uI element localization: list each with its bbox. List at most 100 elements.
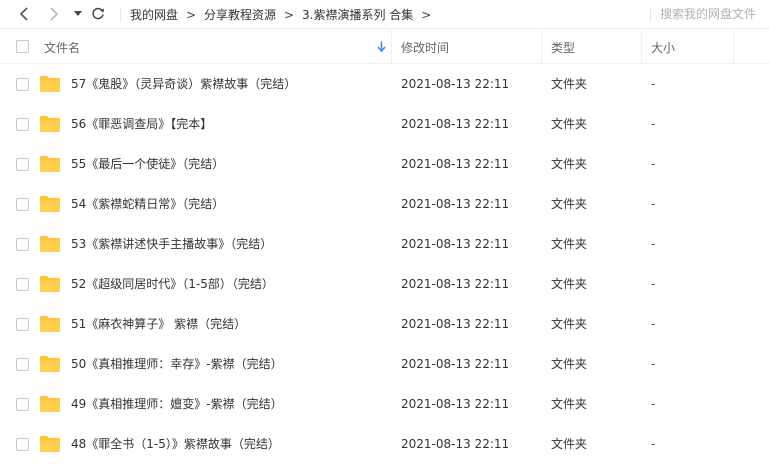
file-type: 文件夹 [551,397,588,411]
file-mtime: 2021-08-13 22:11 [401,157,510,171]
chevron-right-icon [50,7,59,21]
breadcrumb-item-share[interactable]: 分享教程资源 [204,6,276,23]
column-header-name-label: 文件名 [44,40,81,55]
file-mtime: 2021-08-13 22:11 [401,397,510,411]
file-size: - [651,197,656,211]
file-mtime: 2021-08-13 22:11 [401,317,510,331]
file-row[interactable]: 53《紫襟讲述快手主播故事》（完结） 2021-08-13 22:11 文件夹 … [0,224,769,264]
folder-icon [40,196,60,212]
search-input[interactable] [660,4,768,24]
file-mtime: 2021-08-13 22:11 [401,197,510,211]
file-type: 文件夹 [551,157,588,171]
row-checkbox[interactable] [16,238,29,251]
refresh-button[interactable] [88,4,108,24]
history-dropdown-button[interactable] [68,4,88,24]
file-size: - [651,357,656,371]
back-button[interactable] [14,4,34,24]
breadcrumb-separator: > [185,7,197,22]
column-divider[interactable] [391,30,392,64]
file-size: - [651,397,656,411]
file-type: 文件夹 [551,77,588,91]
folder-icon [40,356,60,372]
refresh-icon [92,7,104,20]
file-type: 文件夹 [551,437,588,451]
forward-button[interactable] [44,4,64,24]
column-header-type[interactable]: 类型 [551,30,575,64]
column-header-mtime-label: 修改时间 [401,40,450,55]
file-row[interactable]: 55《最后一个使徒》（完结） 2021-08-13 22:11 文件夹 - [0,144,769,184]
column-header-size[interactable]: 大小 [651,30,675,64]
folder-icon [40,236,60,252]
column-header-mtime[interactable]: 修改时间 [401,30,449,64]
file-row[interactable]: 56《罪恶调查局》【完本】 2021-08-13 22:11 文件夹 - [0,104,769,144]
file-name[interactable]: 52《超级同居时代》（1-5部）（完结） [71,264,274,304]
file-mtime: 2021-08-13 22:11 [401,437,510,451]
file-type: 文件夹 [551,237,588,251]
file-name[interactable]: 54《紫襟蛇精日常》（完结） [71,184,224,224]
row-checkbox[interactable] [16,278,29,291]
folder-icon [40,396,60,412]
file-mtime: 2021-08-13 22:11 [401,77,510,91]
file-size: - [651,317,656,331]
search-divider [650,7,651,22]
file-row[interactable]: 52《超级同居时代》（1-5部）（完结） 2021-08-13 22:11 文件… [0,264,769,304]
file-mtime: 2021-08-13 22:11 [401,237,510,251]
row-checkbox[interactable] [16,438,29,451]
file-size: - [651,117,656,131]
file-type: 文件夹 [551,357,588,371]
row-checkbox[interactable] [16,358,29,371]
file-mtime: 2021-08-13 22:11 [401,277,510,291]
column-header-type-label: 类型 [551,40,576,55]
folder-icon [40,76,60,92]
file-size: - [651,277,656,291]
toolbar: 我的网盘 > 分享教程资源 > 3.紫襟演播系列 合集 > [0,0,769,29]
row-checkbox[interactable] [16,198,29,211]
column-header-size-label: 大小 [651,40,676,55]
row-checkbox[interactable] [16,318,29,331]
column-divider[interactable] [641,30,642,64]
folder-icon [40,436,60,452]
column-divider[interactable] [733,30,734,64]
breadcrumb-separator: > [421,7,432,22]
breadcrumb-separator: > [284,7,295,22]
file-mtime: 2021-08-13 22:11 [401,357,510,371]
file-name[interactable]: 53《紫襟讲述快手主播故事》（完结） [71,224,272,264]
file-row[interactable]: 57《鬼股》（灵异奇谈）紫襟故事（完结） 2021-08-13 22:11 文件… [0,64,769,104]
file-row[interactable]: 48《罪全书（1-5）》紫襟故事（完结） 2021-08-13 22:11 文件… [0,424,769,464]
breadcrumb: 我的网盘 > 分享教程资源 > 3.紫襟演播系列 合集 > [130,0,439,29]
row-checkbox[interactable] [16,78,29,91]
file-name[interactable]: 55《最后一个使徒》（完结） [71,144,224,184]
column-header-name[interactable]: 文件名 [44,30,80,64]
file-type: 文件夹 [551,197,588,211]
row-checkbox[interactable] [16,158,29,171]
file-row[interactable]: 50《真相推理师：幸存》-紫襟（完结） 2021-08-13 22:11 文件夹… [0,344,769,384]
file-name[interactable]: 57《鬼股》（灵异奇谈）紫襟故事（完结） [71,64,296,104]
file-name[interactable]: 51《麻衣神算子》 紫襟（完结） [71,304,246,344]
file-row[interactable]: 54《紫襟蛇精日常》（完结） 2021-08-13 22:11 文件夹 - [0,184,769,224]
row-checkbox[interactable] [16,398,29,411]
select-all-checkbox[interactable] [16,40,29,53]
folder-icon [40,116,60,132]
arrow-down-icon[interactable] [377,41,386,53]
file-type: 文件夹 [551,277,588,291]
file-name[interactable]: 50《真相推理师：幸存》-紫襟（完结） [71,344,283,384]
caret-down-icon [74,11,82,16]
column-divider[interactable] [541,30,542,64]
folder-icon [40,156,60,172]
file-name[interactable]: 49《真相推理师：嬗变》-紫襟（完结） [71,384,283,424]
file-type: 文件夹 [551,117,588,131]
chevron-left-icon [19,7,28,21]
file-type: 文件夹 [551,317,588,331]
file-list-header: 文件名 修改时间 类型 大小 [0,30,769,64]
file-name[interactable]: 48《罪全书（1-5）》紫襟故事（完结） [71,424,280,464]
file-name[interactable]: 56《罪恶调查局》【完本】 [71,104,212,144]
breadcrumb-item-current[interactable]: 3.紫襟演播系列 合集 [302,6,413,23]
folder-icon [40,316,60,332]
file-size: - [651,77,656,91]
breadcrumb-item-root[interactable]: 我的网盘 [130,6,178,23]
folder-icon [40,276,60,292]
file-row[interactable]: 49《真相推理师：嬗变》-紫襟（完结） 2021-08-13 22:11 文件夹… [0,384,769,424]
file-row[interactable]: 51《麻衣神算子》 紫襟（完结） 2021-08-13 22:11 文件夹 - [0,304,769,344]
row-checkbox[interactable] [16,118,29,131]
file-size: - [651,157,656,171]
